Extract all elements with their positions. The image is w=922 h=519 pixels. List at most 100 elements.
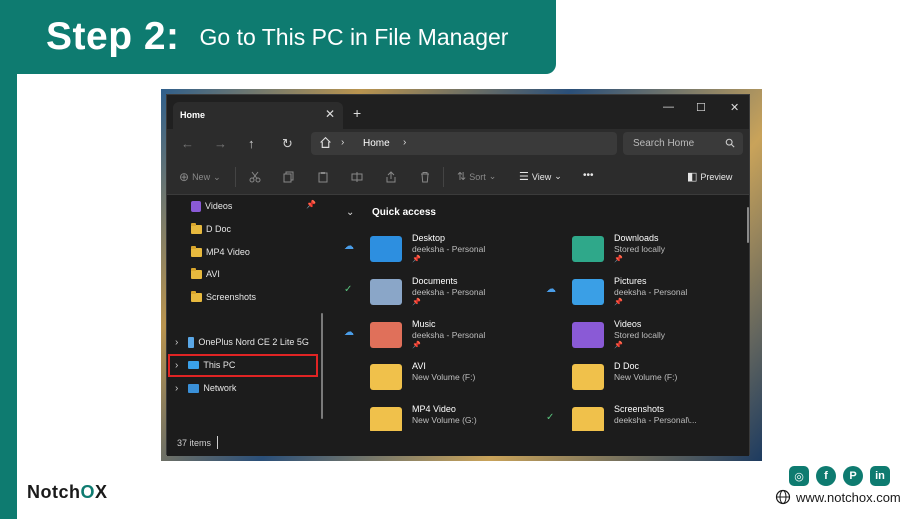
preview-button[interactable]: ◧ Preview (687, 170, 732, 183)
sidebar-item-network[interactable]: › Network (167, 378, 329, 398)
quick-access-item[interactable]: ☁ Desktop deeksha - Personal 📌 (340, 233, 540, 273)
view-button[interactable]: ☰ View ⌄ (519, 170, 562, 183)
pin-icon: 📌 (412, 299, 421, 306)
folder-icon (370, 364, 402, 390)
highlight-box-this-pc (168, 354, 318, 377)
item-name: Music (412, 319, 436, 329)
pin-icon: 📌 (412, 256, 421, 263)
quick-access-item[interactable]: ☁ Pictures deeksha - Personal 📌 (542, 276, 742, 316)
website-link[interactable]: www.notchox.com (775, 489, 901, 505)
sidebar-item-label: Videos (205, 201, 233, 211)
search-input[interactable]: Search Home (623, 132, 743, 155)
content-pane: ⌄ Quick access ☁ Desktop deeksha - Perso… (330, 195, 751, 433)
sidebar-item-label: Screenshots (206, 292, 257, 302)
address-bar[interactable]: › Home › (311, 132, 617, 155)
sidebar-item-oneplus[interactable]: › OnePlus Nord CE 2 Lite 5G (167, 332, 329, 352)
sidebar-scrollbar[interactable] (321, 313, 323, 419)
facebook-icon[interactable]: f (816, 466, 836, 486)
section-title-quick-access[interactable]: Quick access (372, 207, 436, 218)
quick-access-item[interactable]: ✓ Documents deeksha - Personal 📌 (340, 276, 540, 316)
close-window-icon[interactable]: ✕ (730, 101, 739, 114)
sidebar-item-mp4-video[interactable]: MP4 Video (167, 242, 329, 262)
linkedin-icon[interactable]: in (870, 466, 890, 486)
content-scrollbar[interactable] (747, 207, 749, 243)
item-description: Stored locally (614, 244, 666, 254)
file-explorer-window: Home ✕ + — ☐ ✕ ← → ↑ ↻ › Home › Search H… (166, 94, 751, 456)
sort-icon: ⇅ (457, 171, 467, 183)
new-label: New (192, 172, 211, 182)
sidebar-item-label: AVI (206, 269, 220, 279)
item-name: Pictures (614, 276, 647, 286)
forward-icon[interactable]: → (214, 136, 227, 151)
up-icon[interactable]: ↑ (248, 136, 255, 151)
copy-icon[interactable] (283, 171, 295, 183)
breadcrumb-home[interactable]: Home (363, 138, 390, 149)
refresh-icon[interactable]: ↻ (282, 136, 293, 152)
expand-chevron-icon[interactable]: › (175, 383, 178, 394)
item-description: deeksha - Personal (412, 287, 486, 297)
chevron-right-icon[interactable]: › (341, 137, 344, 148)
quick-access-item[interactable]: D Doc New Volume (F:) (542, 361, 742, 401)
text-cursor (217, 436, 218, 449)
tab-close-icon[interactable]: ✕ (325, 107, 335, 121)
instagram-icon[interactable]: ◎ (789, 466, 809, 486)
sidebar-item-avi[interactable]: AVI (167, 264, 329, 284)
sidebar-item-label: Network (203, 383, 237, 393)
pin-icon: 📌 (614, 342, 623, 349)
quick-access-item[interactable]: ☁ Music deeksha - Personal 📌 (340, 319, 540, 359)
quick-access-item[interactable]: Videos Stored locally 📌 (542, 319, 742, 359)
pin-icon: 📌 (614, 256, 623, 263)
sidebar-item-videos[interactable]: Videos 📌 (167, 196, 329, 216)
item-description: deeksha - Personal (412, 244, 486, 254)
chevron-right-icon[interactable]: › (403, 137, 406, 148)
logo-o: O (80, 482, 96, 502)
item-description: Stored locally (614, 330, 666, 340)
share-icon[interactable] (385, 171, 397, 183)
sidebar-item-d-doc[interactable]: D Doc (167, 219, 329, 239)
social-links: ◎ f P in (789, 466, 890, 486)
tab-home[interactable]: Home ✕ (173, 102, 343, 129)
quick-access-item[interactable]: AVI New Volume (F:) (340, 361, 540, 401)
rename-icon[interactable] (351, 171, 363, 183)
network-icon (188, 383, 200, 393)
pinterest-icon[interactable]: P (843, 466, 863, 486)
quick-access-item[interactable]: Downloads Stored locally 📌 (542, 233, 742, 273)
new-tab-icon[interactable]: + (353, 105, 361, 121)
tab-title: Home (180, 110, 206, 120)
delete-icon[interactable] (419, 171, 431, 183)
sidebar-item-screenshots[interactable]: Screenshots (167, 287, 329, 307)
navigation-pane: Videos 📌 D Doc MP4 Video AVI Screenshots… (167, 195, 329, 431)
globe-icon (775, 489, 791, 505)
minimize-icon[interactable]: — (663, 101, 674, 113)
videos-folder-icon (191, 200, 201, 212)
cloud-sync-icon: ☁ (344, 241, 354, 252)
folder-icon (370, 407, 402, 433)
pictures-folder-icon (572, 279, 604, 305)
item-description: New Volume (F:) (412, 372, 476, 382)
folder-icon (191, 267, 202, 279)
status-bar: 37 items (167, 431, 749, 456)
back-icon[interactable]: ← (181, 136, 194, 151)
sort-button[interactable]: ⇅ Sort ⌄ (457, 170, 496, 183)
sort-label: Sort (469, 171, 486, 182)
view-icon: ☰ (519, 171, 529, 183)
item-description: deeksha - Personal (412, 330, 486, 340)
more-options-button[interactable]: ••• (583, 170, 594, 181)
item-name: Screenshots (614, 404, 665, 414)
expand-chevron-icon[interactable]: › (175, 337, 178, 348)
preview-pane-icon: ◧ (687, 171, 698, 183)
cut-icon[interactable] (249, 171, 261, 183)
item-description: deeksha - Personal (614, 287, 688, 297)
chevron-down-icon: ⌄ (213, 171, 221, 182)
chevron-down-icon: ⌄ (488, 171, 497, 181)
paste-icon[interactable] (317, 171, 329, 183)
step-banner: Step 2: Go to This PC in File Manager (0, 0, 556, 74)
phone-icon (188, 336, 195, 348)
collapse-chevron-icon[interactable]: ⌄ (346, 207, 354, 218)
maximize-icon[interactable]: ☐ (696, 101, 706, 114)
chevron-down-icon: ⌄ (554, 171, 562, 181)
folder-icon (572, 407, 604, 433)
new-button[interactable]: ⊕ New ⌄ (179, 170, 221, 184)
folder-icon (572, 364, 604, 390)
title-bar: Home ✕ + — ☐ ✕ (167, 95, 749, 129)
